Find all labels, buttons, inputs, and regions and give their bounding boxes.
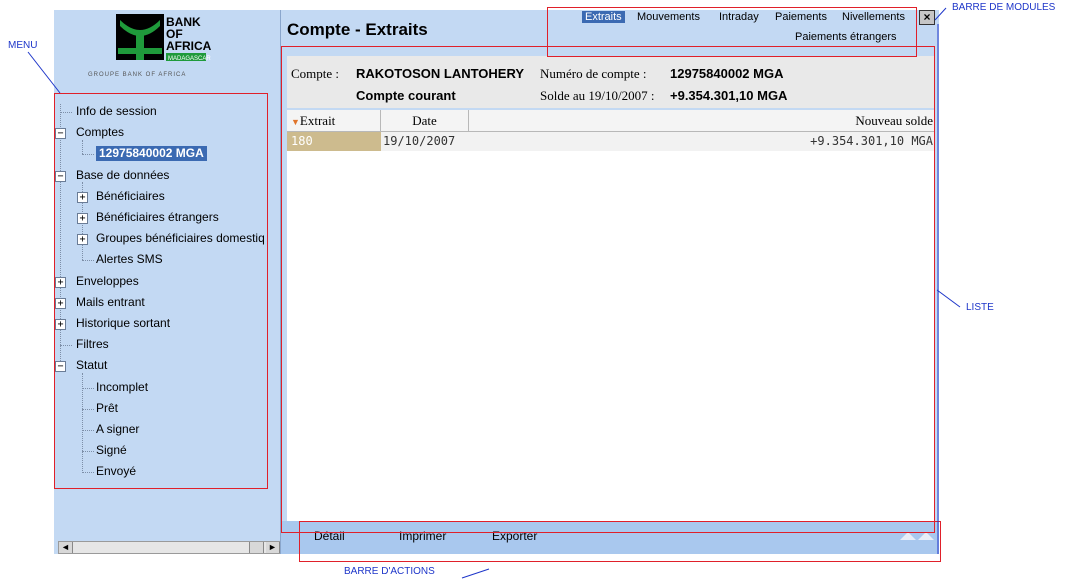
annotation-leader-lines (27, 7, 961, 579)
modules-annotation-label: BARRE DE MODULES (952, 2, 1056, 13)
menu-annotation-label: MENU (8, 40, 38, 51)
list-annotation-label: LISTE (966, 302, 994, 313)
actions-annotation-label: BARRE D'ACTIONS (344, 566, 435, 577)
